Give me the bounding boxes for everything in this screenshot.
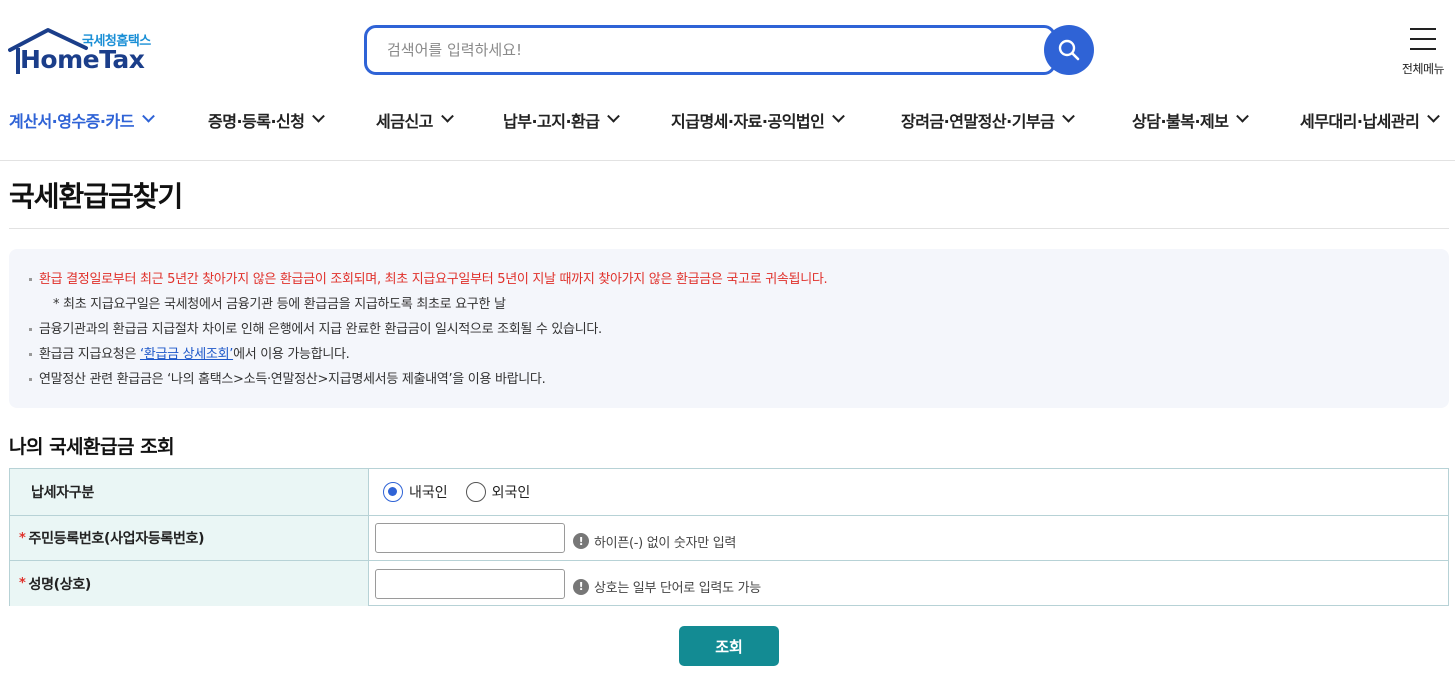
nav-label: 세금신고 [376, 112, 433, 131]
taxpayer-type-label: 납세자구분 [10, 469, 369, 515]
notice-item: 금융기관과의 환급금 지급절차 차이로 인해 은행에서 지급 완료한 환급금이 … [27, 317, 827, 342]
resident-no-hint: ! 하이픈(-) 없이 숫자만 입력 [573, 532, 736, 551]
name-cell: ! 상호는 일부 단어로 입력도 가능 [369, 561, 1448, 606]
refund-search-form: 납세자구분 내국인 외국인 * 주민등록번호(사업자등록번호) ! 하이픈(-) … [9, 468, 1449, 606]
radio-button[interactable] [465, 482, 486, 502]
notice-item: 환급금 지급요청은 ‘환급금 상세조회’에서 이용 가능합니다. [27, 342, 827, 367]
hamburger-icon [1410, 28, 1436, 50]
form-row-name: * 성명(상호) ! 상호는 일부 단어로 입력도 가능 [10, 561, 1448, 606]
resident-no-input[interactable] [375, 523, 565, 553]
chevron-down-icon [832, 109, 846, 123]
chevron-down-icon [441, 109, 454, 123]
nav-item-certificate[interactable]: 증명·등록·신청 [208, 108, 326, 132]
search-input[interactable] [367, 28, 1007, 72]
resident-no-label: * 주민등록번호(사업자등록번호) [10, 516, 369, 560]
form-row-resident-no: * 주민등록번호(사업자등록번호) ! 하이픈(-) 없이 숫자만 입력 [10, 516, 1448, 561]
main-nav: 계산서·영수증·카드 증명·등록·신청 세금신고 납부·고지·환급 지급명세·자… [0, 96, 1455, 161]
required-mark: * [19, 576, 26, 591]
nav-label: 상담·불복·제보 [1132, 112, 1229, 131]
required-mark: * [19, 530, 26, 546]
name-hint: ! 상호는 일부 단어로 입력도 가능 [573, 577, 761, 596]
site-header: 국세청홈택스 HomeTax 전체메뉴 [0, 0, 1455, 96]
chevron-down-icon [1427, 109, 1441, 123]
title-divider [9, 228, 1449, 229]
notice-item: 연말정산 관련 환급금은 ‘나의 홈택스>소득·연말정산>지급명세서등 제출내역… [27, 367, 827, 392]
nav-item-statement[interactable]: 지급명세·자료·공익법인 [671, 108, 846, 132]
notice-subitem: * 최초 지급요구일은 국세청에서 금융기관 등에 환급금을 지급하도록 최초로… [53, 297, 506, 312]
search-bar [364, 25, 1094, 75]
notice-item: 환급 결정일로부터 최근 5년간 찾아가지 않은 환급금이 조회되며, 최초 지… [27, 267, 828, 292]
nav-item-agent[interactable]: 세무대리·납세관리 [1300, 108, 1441, 132]
chevron-down-icon [1062, 109, 1076, 123]
search-icon [1058, 39, 1080, 61]
chevron-down-icon [312, 109, 326, 123]
notice-list: 환급 결정일로부터 최근 5년간 찾아가지 않은 환급금이 조회되며, 최초 지… [27, 267, 828, 392]
search-submit-button[interactable]: 조회 [679, 626, 779, 666]
chevron-down-icon [1236, 109, 1250, 123]
radio-domestic-label: 내국인 [409, 485, 448, 501]
nav-item-payment[interactable]: 납부·고지·환급 [503, 108, 621, 132]
nav-item-invoice[interactable]: 계산서·영수증·카드 [9, 108, 155, 132]
resident-no-cell: ! 하이픈(-) 없이 숫자만 입력 [369, 516, 1448, 560]
radio-foreign-label: 외국인 [491, 485, 531, 501]
radio-button-checked[interactable] [383, 482, 403, 502]
nav-label: 세무대리·납세관리 [1300, 112, 1420, 131]
chevron-down-icon [607, 109, 621, 123]
nav-item-consult[interactable]: 상담·불복·제보 [1132, 108, 1250, 132]
form-row-taxpayer-type: 납세자구분 내국인 외국인 [10, 469, 1448, 516]
radio-foreign[interactable]: 외국인 [465, 482, 531, 502]
logo-title: HomeTax [20, 45, 145, 74]
chevron-down-icon [142, 109, 155, 123]
hometax-logo[interactable]: 국세청홈택스 HomeTax [8, 24, 168, 80]
name-label: * 성명(상호) [10, 561, 369, 606]
taxpayer-type-options: 내국인 외국인 [369, 469, 1448, 515]
all-menu-button[interactable]: 전체메뉴 [1396, 26, 1450, 78]
nav-label: 납부·고지·환급 [503, 112, 600, 131]
info-icon: ! [573, 533, 589, 549]
refund-detail-link[interactable]: ‘환급금 상세조회’ [140, 347, 233, 362]
all-menu-label: 전체메뉴 [1401, 62, 1445, 76]
radio-domestic[interactable]: 내국인 [383, 482, 448, 502]
notice-box: 환급 결정일로부터 최근 5년간 찾아가지 않은 환급금이 조회되며, 최초 지… [9, 249, 1449, 408]
search-box [364, 25, 1056, 75]
page-title: 국세환급금찾기 [9, 180, 183, 213]
nav-label: 장려금·연말정산·기부금 [901, 112, 1055, 131]
nav-item-incentive[interactable]: 장려금·연말정산·기부금 [901, 108, 1076, 132]
section-title: 나의 국세환급금 조회 [9, 436, 175, 458]
search-button[interactable] [1044, 25, 1094, 75]
nav-item-tax-report[interactable]: 세금신고 [376, 108, 454, 132]
nav-label: 지급명세·자료·공익법인 [671, 112, 825, 131]
nav-label: 증명·등록·신청 [208, 112, 305, 131]
nav-label: 계산서·영수증·카드 [9, 112, 134, 131]
name-input[interactable] [375, 568, 565, 599]
info-icon: ! [573, 578, 589, 595]
